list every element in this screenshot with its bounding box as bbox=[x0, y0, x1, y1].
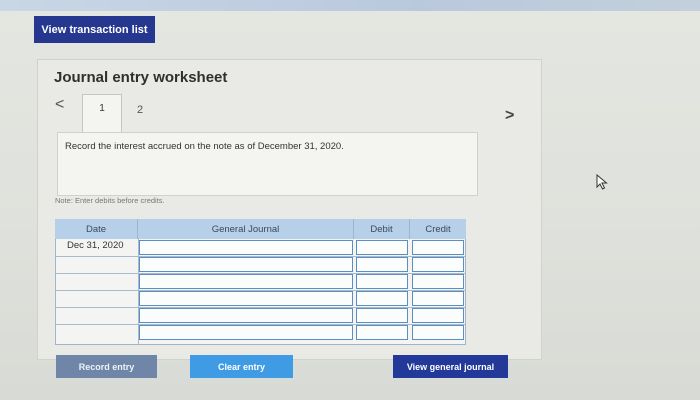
account-input[interactable] bbox=[139, 240, 353, 255]
debit-input[interactable] bbox=[356, 257, 408, 272]
credit-input[interactable] bbox=[412, 325, 464, 340]
debit-input[interactable] bbox=[356, 274, 408, 289]
instruction-text: Record the interest accrued on the note … bbox=[65, 141, 344, 152]
credit-input[interactable] bbox=[412, 291, 464, 306]
account-input[interactable] bbox=[139, 274, 353, 289]
view-transaction-list-button[interactable]: View transaction list bbox=[34, 16, 155, 43]
column-header-general-journal: General Journal bbox=[138, 219, 354, 239]
note-text: Note: Enter debits before credits. bbox=[55, 196, 165, 205]
worksheet-title: Journal entry worksheet bbox=[54, 69, 228, 86]
previous-arrow-icon[interactable]: < bbox=[55, 96, 64, 114]
top-strip bbox=[0, 0, 700, 11]
debit-input[interactable] bbox=[356, 240, 408, 255]
view-general-journal-button[interactable]: View general journal bbox=[393, 355, 508, 378]
credit-input[interactable] bbox=[412, 240, 464, 255]
tab-2[interactable]: 2 bbox=[122, 94, 158, 130]
debit-input[interactable] bbox=[356, 325, 408, 340]
debit-input[interactable] bbox=[356, 291, 408, 306]
column-header-debit: Debit bbox=[354, 219, 410, 239]
clear-entry-button[interactable]: Clear entry bbox=[190, 355, 293, 378]
tab-1[interactable]: 1 bbox=[82, 94, 122, 132]
debit-input[interactable] bbox=[356, 308, 408, 323]
column-header-credit: Credit bbox=[410, 219, 466, 239]
date-cell: Dec 31, 2020 bbox=[67, 240, 124, 251]
next-arrow-icon[interactable]: > bbox=[505, 107, 514, 125]
account-input[interactable] bbox=[139, 308, 353, 323]
credit-input[interactable] bbox=[412, 274, 464, 289]
record-entry-button[interactable]: Record entry bbox=[56, 355, 157, 378]
credit-input[interactable] bbox=[412, 257, 464, 272]
column-header-date: Date bbox=[55, 219, 138, 239]
credit-input[interactable] bbox=[412, 308, 464, 323]
account-input[interactable] bbox=[139, 291, 353, 306]
account-input[interactable] bbox=[139, 257, 353, 272]
account-input[interactable] bbox=[139, 325, 353, 340]
mouse-pointer-icon bbox=[596, 174, 608, 190]
